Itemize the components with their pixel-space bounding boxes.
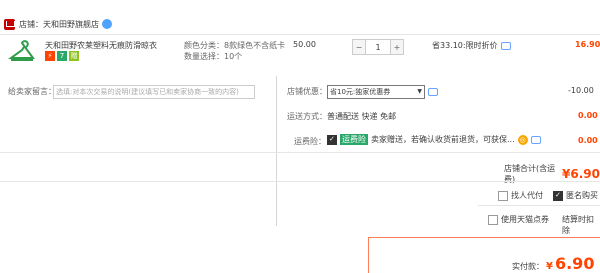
shop-label: 店铺： [19, 19, 43, 29]
message-input[interactable]: 选填:对本次交易的说明(建议填写已和卖家协商一致的内容) [53, 85, 255, 99]
anonymous-checkbox[interactable] [553, 190, 563, 201]
divider [0, 181, 600, 182]
quantity-stepper: − 1 + [352, 39, 404, 55]
divider [0, 34, 600, 35]
insurance-checkbox[interactable] [327, 134, 337, 145]
product-title-link[interactable]: 天和田野农莱塑料无痕防滑晾衣 [45, 40, 160, 51]
friend-pay-label: 找人代付 [511, 191, 543, 200]
product-image[interactable] [7, 40, 36, 64]
product-badges: ⚡ 7 赠 [45, 51, 79, 61]
message-label: 给卖家留言： [8, 87, 56, 96]
quantity-decrease-button[interactable]: − [353, 40, 365, 54]
friend-pay-checkbox[interactable] [498, 190, 508, 201]
insurance-amount: 0.00 [578, 136, 598, 145]
verified-icon [102, 19, 112, 29]
shop-header: 店铺： 天和田野旗舰店 [0, 14, 112, 34]
final-amount: 6.90 [554, 254, 595, 273]
quantity-increase-button[interactable]: + [391, 40, 403, 54]
item-attr-quantity: 数量选择：10个 [184, 52, 243, 61]
shipping-label: 运送方式： [287, 112, 327, 121]
shop-icon [4, 18, 15, 30]
friend-pay-option[interactable]: 找人代付 [498, 190, 543, 201]
shop-name-link[interactable]: 天和田野旗舰店 [43, 19, 99, 30]
coupon-info-icon[interactable] [428, 88, 438, 96]
shipping-method: 普通配送 快递 免邮 [327, 112, 397, 121]
discount-info-icon[interactable] [500, 41, 511, 50]
divider [478, 205, 600, 206]
insurance-tag: 运费险 [340, 134, 368, 145]
unit-price: 50.00 [293, 40, 316, 49]
final-label: 实付款： [512, 262, 544, 271]
promo-badge-icon: ⚡ [45, 51, 55, 61]
item-subtotal: 16.90 [575, 40, 600, 49]
quantity-input[interactable]: 1 [365, 40, 391, 54]
insurance-row: 运费险 卖家赠送，若确认收货前退货，可获保... ◎ [327, 134, 541, 145]
coupon-select[interactable]: 省10元:独家优惠券 [327, 85, 425, 99]
discount-text: 省33.10:限时折价 [432, 41, 498, 50]
shipping-amount: 0.00 [578, 111, 598, 120]
final-currency: ¥ [546, 261, 553, 272]
insurance-info-icon[interactable] [530, 135, 541, 144]
hanger-image-icon [7, 40, 35, 61]
final-payment: 实付款： ¥ 6.90 [512, 254, 594, 273]
tmall-card-checkbox[interactable] [488, 214, 498, 225]
insurance-badge-icon: ◎ [517, 134, 528, 145]
insurance-label: 运费险： [294, 137, 326, 146]
shop-total-amount: ¥6.90 [562, 167, 600, 181]
discount-info: 省33.10:限时折价 [432, 40, 511, 51]
coupon-label: 店铺优惠： [287, 87, 327, 96]
divider [0, 152, 600, 153]
anonymous-option[interactable]: 匿名购买 [553, 190, 598, 201]
gift-badge: 赠 [69, 51, 79, 61]
coupon-amount: -10.00 [568, 86, 594, 95]
insurance-text: 卖家赠送，若确认收货前退货，可获保... [371, 135, 515, 144]
tmall-card-option[interactable]: 使用天猫点券 [488, 214, 549, 225]
tmall-card-label: 使用天猫点券 [501, 215, 549, 224]
deduction-label: 结算时扣除 [562, 215, 594, 235]
anonymous-label: 匿名购买 [566, 191, 598, 200]
column-divider [276, 76, 277, 226]
item-attr-color: 颜色分类：8款绿色不含纸卡 [184, 41, 286, 50]
return-7day-badge: 7 [57, 51, 67, 61]
